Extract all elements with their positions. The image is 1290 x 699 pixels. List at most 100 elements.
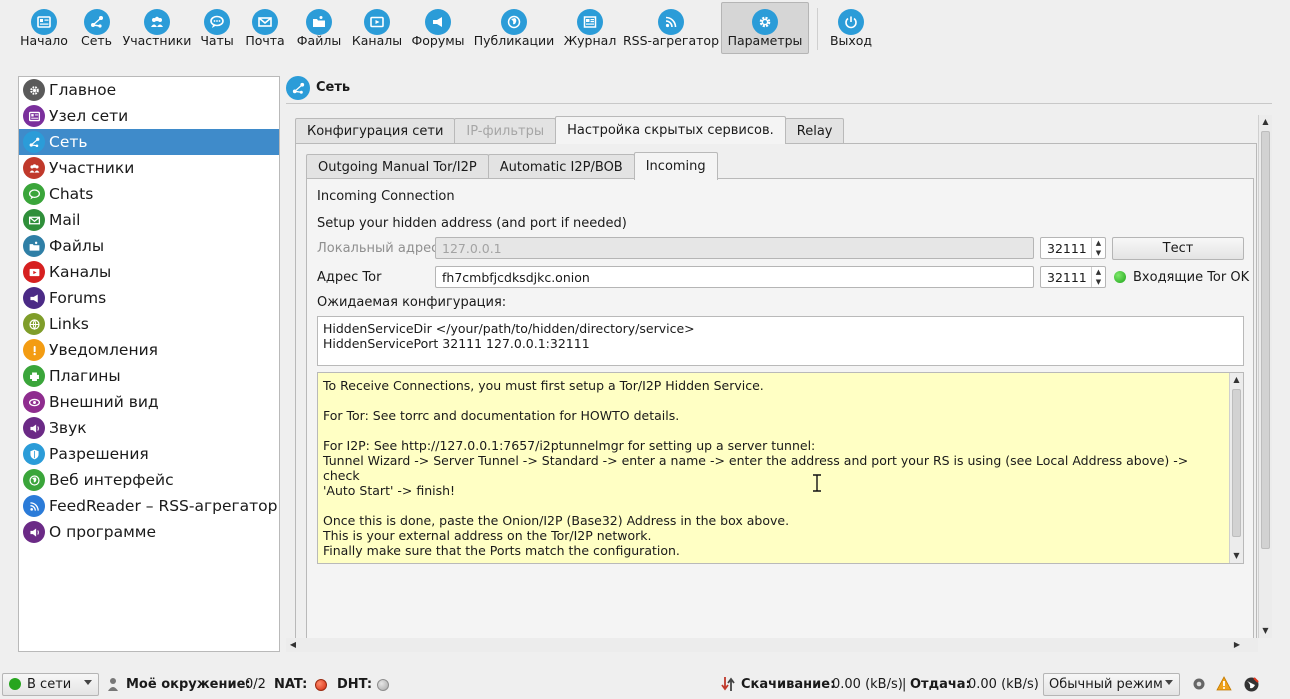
person-icon (108, 678, 118, 691)
online-status-value: В сети (27, 677, 72, 692)
download-rate: 0.00 (kB/s) (832, 677, 903, 692)
toolbar-journal-label: Журнал (563, 33, 617, 48)
tab[interactable]: Конфигурация сети (295, 118, 456, 144)
toolbar-files-button[interactable]: Файлы (291, 2, 347, 54)
toolbar-quit-button[interactable]: Выход (826, 2, 876, 54)
scroll-up-arrow-icon[interactable]: ▲ (1230, 373, 1243, 387)
sidebar-item-label: Участники (49, 159, 135, 177)
scroll-up-arrow-icon[interactable]: ▲ (1259, 115, 1272, 129)
tor-address-input[interactable] (435, 266, 1034, 288)
sidebar-item[interactable]: Links (19, 311, 279, 337)
sidebar-item[interactable]: Каналы (19, 259, 279, 285)
instructions-text: To Receive Connections, you must first s… (323, 378, 1189, 558)
toolbar-people-label: Участники (122, 33, 192, 48)
upload-rate: 0.00 (kB/s) (968, 677, 1039, 692)
toolbar-chats-button[interactable]: Чаты (195, 2, 239, 54)
instructions-scrollbar[interactable]: ▲ ▼ (1229, 373, 1243, 563)
sidebar-item[interactable]: Уведомления (19, 337, 279, 363)
local-address-label: Локальный адрес (317, 241, 439, 256)
channel-icon (364, 9, 390, 35)
forum-icon (23, 287, 45, 309)
mail-icon (252, 9, 278, 35)
instructions-textbox[interactable]: To Receive Connections, you must first s… (317, 372, 1244, 564)
gear-icon (23, 79, 45, 101)
sidebar-item[interactable]: Главное (19, 77, 279, 103)
network-icon (83, 9, 110, 35)
toolbar-network-button[interactable]: Сеть (74, 2, 119, 54)
home-card-icon (31, 9, 57, 35)
sidebar-item[interactable]: Внешний вид (19, 389, 279, 415)
sidebar-item[interactable]: О программе (19, 519, 279, 545)
expected-config-textbox[interactable]: HiddenServiceDir </your/path/to/hidden/d… (317, 316, 1244, 366)
speaker-icon (23, 521, 45, 543)
sidebar-item[interactable]: Разрешения (19, 441, 279, 467)
toolbar-people-button[interactable]: Участники (119, 2, 195, 54)
toolbar-journal-button[interactable]: Журнал (559, 2, 621, 54)
scroll-thumb[interactable] (1261, 131, 1270, 549)
tab[interactable]: Relay (784, 118, 845, 144)
sidebar-item[interactable]: FeedReader – RSS-агрегатор (19, 493, 279, 519)
chevron-down-icon (1165, 680, 1173, 685)
toolbar-home-button[interactable]: Начало (14, 2, 74, 54)
puzzle-icon (23, 365, 45, 387)
local-address-input[interactable] (435, 237, 1034, 259)
sidebar-item[interactable]: Сеть (19, 129, 279, 155)
friends-count: 0/2 (245, 677, 266, 692)
sidebar-item[interactable]: Звук (19, 415, 279, 441)
toolbar-forums-button[interactable]: Форумы (407, 2, 469, 54)
opmode-eye-icon[interactable] (1191, 677, 1207, 691)
sidebar-item[interactable]: Chats (19, 181, 279, 207)
toolbar-home-label: Начало (20, 33, 68, 48)
toolbar-posted-button[interactable]: Публикации (469, 2, 559, 54)
tab[interactable]: Настройка скрытых сервисов. (555, 116, 786, 144)
page-horizontal-scrollbar[interactable]: ◀ ▶ (286, 638, 1258, 652)
power-icon (838, 9, 864, 35)
toolbar-mail-label: Почта (245, 33, 285, 48)
spin-arrows-icon[interactable]: ▲ ▼ (1091, 238, 1105, 258)
sidebar-item-label: Links (49, 315, 89, 333)
warning-icon[interactable] (1216, 676, 1232, 691)
chat-bubble-icon (23, 183, 45, 205)
test-button[interactable]: Тест (1112, 237, 1244, 260)
spin-arrows-icon[interactable]: ▲ ▼ (1091, 267, 1105, 287)
scroll-left-arrow-icon[interactable]: ◀ (286, 638, 300, 652)
page-vertical-scrollbar[interactable]: ▲ ▼ (1258, 115, 1272, 638)
mode-combo[interactable]: Обычный режим (1043, 673, 1180, 696)
globe-icon (23, 469, 45, 491)
online-status-combo[interactable]: В сети (2, 673, 99, 696)
sidebar-item-label: Каналы (49, 263, 112, 281)
sidebar-item[interactable]: Веб интерфейс (19, 467, 279, 493)
sidebar-item[interactable]: Участники (19, 155, 279, 181)
sidebar-item-label: Chats (49, 185, 94, 203)
local-port-spinbox[interactable]: 32111 ▲ ▼ (1040, 237, 1106, 259)
sidebar-item[interactable]: Плагины (19, 363, 279, 389)
sidebar-item[interactable]: Файлы (19, 233, 279, 259)
sidebar-item-label: Сеть (49, 133, 88, 151)
scroll-down-arrow-icon[interactable]: ▼ (1230, 549, 1243, 563)
tab[interactable]: Automatic I2P/BOB (487, 154, 635, 180)
toolbar-forums-label: Форумы (411, 33, 465, 48)
toolbar-channels-button[interactable]: Каналы (347, 2, 407, 54)
sidebar-item[interactable]: Узел сети (19, 103, 279, 129)
expected-config-label: Ожидаемая конфигурация: (317, 295, 507, 310)
toolbar-mail-button[interactable]: Почта (239, 2, 291, 54)
config-line: HiddenServiceDir </your/path/to/hidden/d… (323, 321, 695, 336)
mode-value: Обычный режим (1049, 677, 1163, 692)
tor-port-spinbox[interactable]: 32111 ▲ ▼ (1040, 266, 1106, 288)
network-globe-icon[interactable] (1243, 676, 1260, 693)
tab[interactable]: Outgoing Manual Tor/I2P (306, 154, 489, 180)
download-label: Скачивание: (741, 677, 836, 692)
scroll-thumb[interactable] (1232, 389, 1241, 537)
toolbar-rss-button[interactable]: RSS-агрегатор (621, 2, 721, 54)
tab[interactable]: Incoming (633, 152, 718, 180)
toolbar-separator (817, 8, 818, 50)
sidebar-item[interactable]: Mail (19, 207, 279, 233)
globe-icon (501, 9, 527, 35)
toolbar-settings-button[interactable]: Параметры (721, 2, 809, 54)
sidebar-item[interactable]: Forums (19, 285, 279, 311)
main-toolbar: Начало Сеть Участники Чаты Почта Файлы К… (0, 0, 1290, 56)
dht-status-icon (377, 679, 389, 691)
scroll-down-arrow-icon[interactable]: ▼ (1259, 624, 1272, 638)
scroll-right-arrow-icon[interactable]: ▶ (1230, 638, 1244, 652)
tor-status-text: Входящие Tor OK (1133, 270, 1250, 285)
